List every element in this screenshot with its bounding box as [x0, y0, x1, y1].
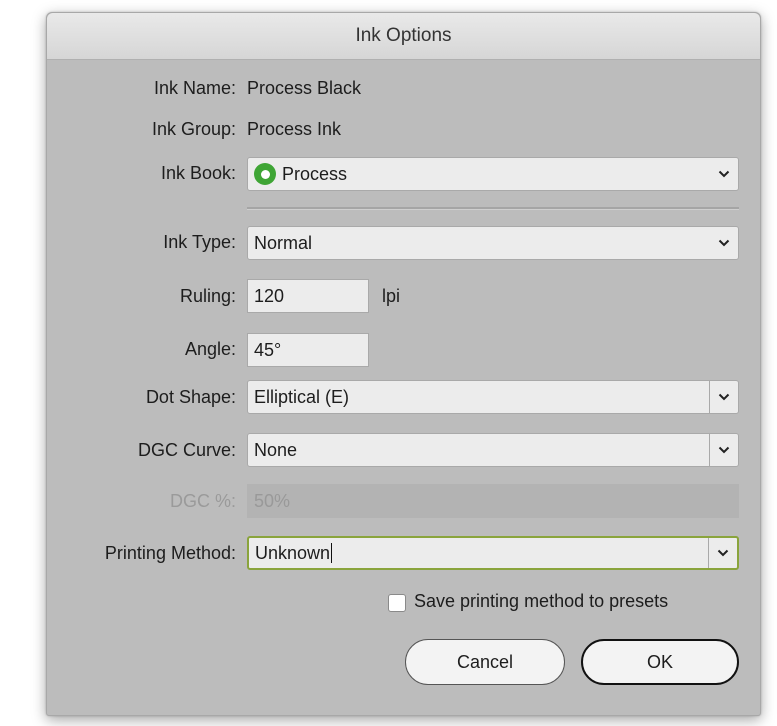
ink-group-label: Ink Group: [151, 119, 236, 139]
ruling-input[interactable]: 120 [247, 279, 369, 313]
printing-method-combobox[interactable]: Unknown [247, 536, 739, 570]
angle-input[interactable]: 45° [247, 333, 369, 367]
dgc-curve-label: DGC Curve: [137, 440, 236, 460]
chevron-down-icon [709, 434, 738, 466]
cancel-button[interactable]: Cancel [405, 639, 565, 685]
dgc-percent-label: DGC %: [169, 491, 236, 511]
ok-button[interactable]: OK [581, 639, 739, 685]
dot-shape-select[interactable]: Elliptical (E) [247, 380, 739, 414]
ruling-label: Ruling: [179, 286, 236, 306]
ink-type-value: Normal [254, 232, 313, 253]
chevron-down-icon [710, 158, 738, 190]
text-caret [331, 543, 333, 563]
save-presets-label[interactable]: Save printing method to presets [414, 591, 668, 612]
save-presets-checkbox[interactable] [388, 594, 406, 612]
ruling-value: 120 [254, 285, 285, 306]
ok-button-label: OK [646, 651, 673, 672]
dgc-curve-select[interactable]: None [247, 433, 739, 467]
ink-type-label: Ink Type: [163, 232, 236, 252]
dialog-title: Ink Options [355, 25, 452, 46]
cancel-button-label: Cancel [456, 651, 514, 672]
dot-shape-label: Dot Shape: [145, 387, 236, 407]
chevron-down-icon [709, 381, 738, 413]
ink-name-label: Ink Name: [153, 78, 236, 98]
ink-name-value: Process Black [247, 78, 362, 98]
ink-group-value: Process Ink [247, 119, 342, 139]
ink-book-label: Ink Book: [160, 163, 236, 183]
ink-options-dialog: Ink Options Ink Name: Process Black Ink … [46, 12, 761, 716]
printing-method-value: Unknown [255, 542, 331, 563]
ink-book-value: Process [282, 163, 348, 184]
section-divider [247, 207, 739, 210]
ruling-unit: lpi [382, 286, 401, 306]
dgc-percent-value: 50% [254, 490, 291, 511]
process-ink-icon [254, 163, 276, 185]
dot-shape-value: Elliptical (E) [254, 386, 350, 407]
dialog-title-bar: Ink Options [47, 13, 760, 60]
chevron-down-icon [710, 227, 738, 259]
ink-type-select[interactable]: Normal [247, 226, 739, 260]
dgc-percent-input: 50% [247, 484, 739, 518]
angle-label: Angle: [184, 339, 236, 359]
ink-book-select[interactable]: Process [247, 157, 739, 191]
angle-value: 45° [254, 339, 282, 360]
chevron-down-icon [708, 538, 737, 568]
printing-method-label: Printing Method: [104, 543, 236, 563]
dgc-curve-value: None [254, 439, 298, 460]
